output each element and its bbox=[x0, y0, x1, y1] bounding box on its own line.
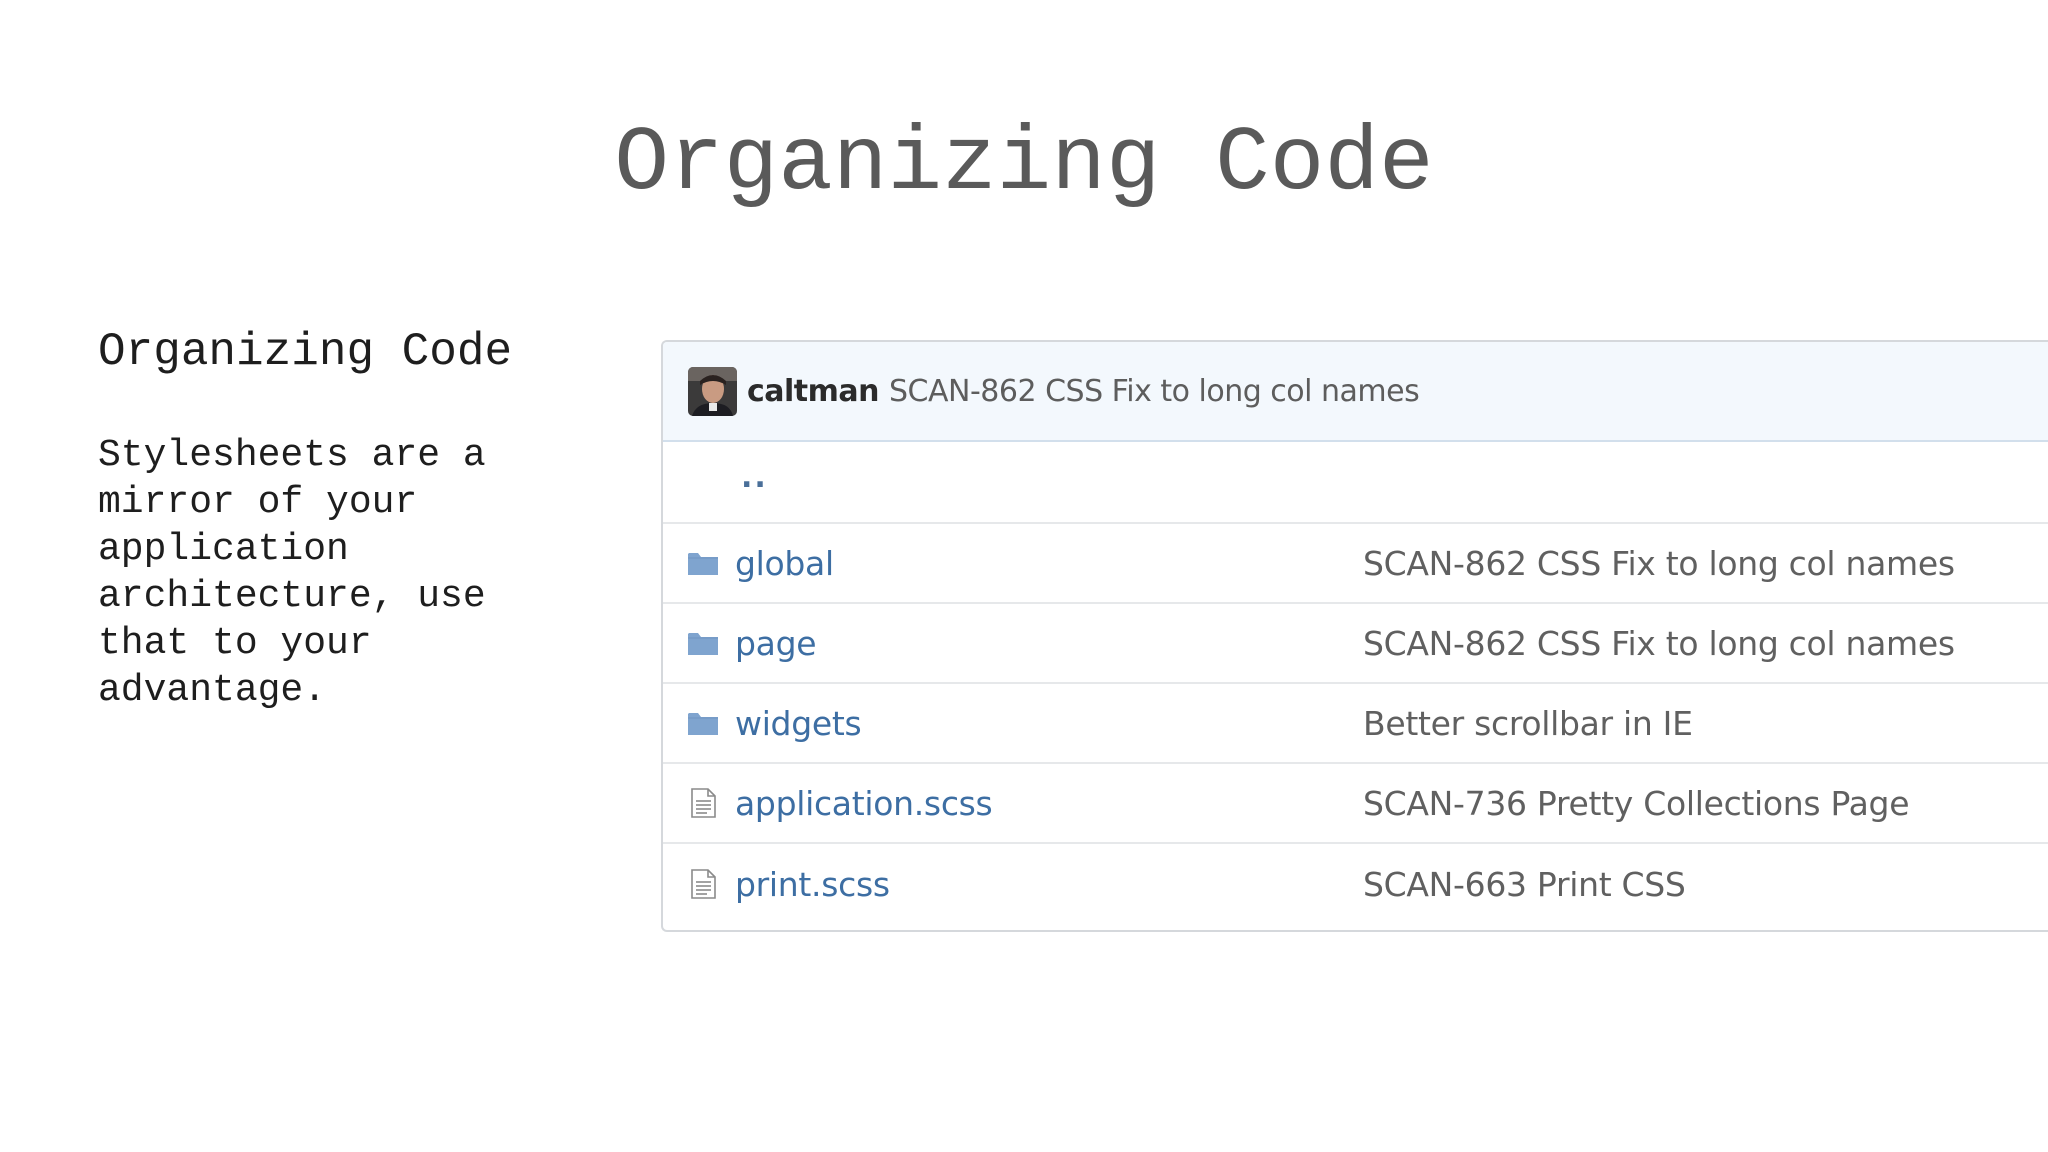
file-commit-link[interactable]: SCAN-736 Pretty Collections Page bbox=[1363, 784, 1910, 823]
file-name-link[interactable]: application.scss bbox=[735, 784, 993, 823]
folder-icon bbox=[688, 633, 718, 655]
avatar[interactable] bbox=[688, 366, 737, 416]
latest-commit-bar: caltman SCAN-862 CSS Fix to long col nam… bbox=[663, 342, 2048, 442]
slide-title: Organizing Code bbox=[614, 113, 1434, 216]
file-row: widgets Better scrollbar in IE bbox=[663, 684, 2048, 764]
file-row: global SCAN-862 CSS Fix to long col name… bbox=[663, 524, 2048, 604]
left-text-column: Organizing Code Stylesheets are a mirror… bbox=[98, 322, 618, 714]
file-commit-link[interactable]: SCAN-663 Print CSS bbox=[1363, 865, 1686, 904]
folder-icon bbox=[688, 713, 718, 735]
section-body: Stylesheets are a mirror of your applica… bbox=[98, 434, 486, 712]
file-row: print.scss SCAN-663 Print CSS bbox=[663, 844, 2048, 924]
file-name-link[interactable]: global bbox=[735, 544, 834, 583]
file-name-link[interactable]: widgets bbox=[735, 704, 862, 743]
file-row: application.scss SCAN-736 Pretty Collect… bbox=[663, 764, 2048, 844]
folder-icon bbox=[688, 553, 718, 575]
file-row: page SCAN-862 CSS Fix to long col names bbox=[663, 604, 2048, 684]
file-commit-link[interactable]: Better scrollbar in IE bbox=[1363, 704, 1693, 743]
commit-message-link[interactable]: SCAN-862 CSS Fix to long col names bbox=[889, 374, 1420, 409]
file-icon bbox=[691, 788, 716, 818]
commit-author-link[interactable]: caltman bbox=[747, 374, 880, 409]
section-heading: Organizing Code bbox=[98, 326, 513, 378]
parent-directory-row[interactable]: .. bbox=[663, 442, 2048, 524]
file-name-link[interactable]: print.scss bbox=[735, 865, 890, 904]
file-name-link[interactable]: page bbox=[735, 624, 817, 663]
repo-file-browser: caltman SCAN-862 CSS Fix to long col nam… bbox=[661, 340, 2048, 932]
file-icon bbox=[691, 869, 716, 899]
file-commit-link[interactable]: SCAN-862 CSS Fix to long col names bbox=[1363, 544, 1955, 583]
file-commit-link[interactable]: SCAN-862 CSS Fix to long col names bbox=[1363, 624, 1955, 663]
parent-directory-link[interactable]: .. bbox=[741, 460, 768, 495]
